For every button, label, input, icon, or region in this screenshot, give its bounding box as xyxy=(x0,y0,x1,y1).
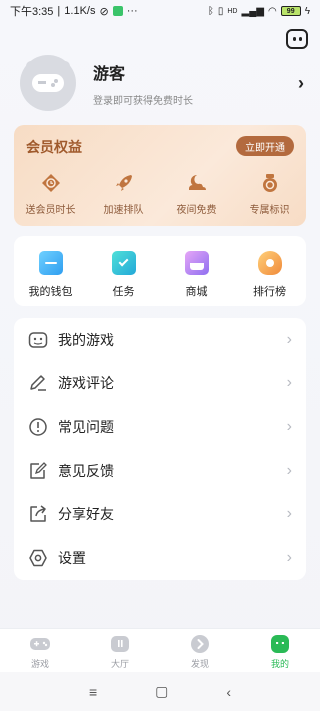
rocket-icon xyxy=(112,171,136,195)
menu-item-faq[interactable]: 常见问题 › xyxy=(14,405,306,449)
quick-item-leaderboard[interactable]: 排行榜 xyxy=(233,236,306,306)
quick-item-tasks[interactable]: 任务 xyxy=(87,236,160,306)
back-chevron-icon[interactable]: ‹ xyxy=(226,684,231,700)
home-square-icon[interactable]: ▢ xyxy=(155,683,168,700)
status-divider: | xyxy=(57,5,61,17)
menu-list: 我的游戏 › 游戏评论 › 常见问题 › 意见反馈 › 分享好友 › 设置 › xyxy=(14,318,306,580)
exclamation-icon xyxy=(28,417,48,437)
avatar-ear xyxy=(60,61,70,71)
chevron-right-icon: › xyxy=(286,374,292,392)
menu-item-label: 意见反馈 xyxy=(58,462,114,479)
clock-tag-icon xyxy=(39,171,63,195)
vibrate-icon: ▯ xyxy=(217,5,224,17)
menu-item-label: 常见问题 xyxy=(58,418,114,435)
vip-benefits-card: 会员权益 立即开通 送会员时长 加速排队 夜间免费 专属标识 xyxy=(14,125,306,226)
badge-icon xyxy=(258,171,282,195)
tab-label: 我的 xyxy=(270,659,289,669)
vip-item-label: 夜间免费 xyxy=(176,205,217,216)
tab-games[interactable]: 游戏 xyxy=(0,629,80,672)
profile-name: 游客 xyxy=(93,65,126,83)
vip-item-queue-boost[interactable]: 加速排队 xyxy=(87,171,160,216)
status-time: 下午3:35 xyxy=(10,6,54,18)
pencil-icon xyxy=(28,373,48,393)
quick-item-label: 商城 xyxy=(185,286,208,298)
avatar-ear xyxy=(26,61,36,71)
menu-item-settings[interactable]: 设置 › xyxy=(14,536,306,580)
battery-level: 99 xyxy=(286,7,295,15)
quick-item-label: 我的钱包 xyxy=(28,286,73,298)
store-icon xyxy=(184,251,209,275)
chevron-right-icon: › xyxy=(286,330,292,348)
chevron-right-icon[interactable]: › xyxy=(298,73,304,94)
avatar-gamepad-icon xyxy=(32,74,64,92)
quick-item-label: 排行榜 xyxy=(253,286,286,298)
battery-icon: 99 xyxy=(280,6,301,16)
quick-item-wallet[interactable]: 我的钱包 xyxy=(14,236,87,306)
profile-header[interactable]: 游客 登录即可获得免费时长 › xyxy=(20,55,310,111)
vip-open-button[interactable]: 立即开通 xyxy=(236,136,294,156)
quick-item-store[interactable]: 商城 xyxy=(160,236,233,306)
dnd-icon: ⊘ xyxy=(99,5,109,18)
wifi-icon: ◠ xyxy=(267,5,277,17)
avatar[interactable] xyxy=(20,55,76,111)
me-icon xyxy=(269,634,291,654)
tab-label: 发现 xyxy=(190,659,209,669)
chevron-right-icon: › xyxy=(286,505,292,523)
signal-label: HD xyxy=(227,7,238,15)
menu-item-my-games[interactable]: 我的游戏 › xyxy=(14,318,306,362)
tab-discover[interactable]: 发现 xyxy=(160,629,240,672)
bluetooth-icon: ᛒ xyxy=(207,5,214,17)
trophy-icon xyxy=(257,251,282,275)
feedback-icon xyxy=(28,461,48,481)
tab-label: 大厅 xyxy=(110,659,129,669)
tab-label: 游戏 xyxy=(30,659,49,669)
vip-item-label: 加速排队 xyxy=(103,205,144,216)
menu-item-game-reviews[interactable]: 游戏评论 › xyxy=(14,362,306,406)
controller-icon xyxy=(29,634,51,654)
menu-item-feedback[interactable]: 意见反馈 › xyxy=(14,449,306,493)
share-icon xyxy=(28,504,48,524)
status-speed: 1.1K/s xyxy=(64,5,96,17)
vip-item-exclusive-badge[interactable]: 专属标识 xyxy=(233,171,306,216)
charging-icon: ϟ xyxy=(304,5,310,17)
tab-hall[interactable]: 大厅 xyxy=(80,629,160,672)
menu-lines-icon[interactable]: ≡ xyxy=(89,684,97,700)
discover-icon xyxy=(189,634,211,654)
vip-item-bonus-time[interactable]: 送会员时长 xyxy=(14,171,87,216)
status-bar: 下午3:35 | 1.1K/s ⊘ ··· ᛒ ▯ HD ▂▄▆ ◠ 99 ϟ xyxy=(0,0,320,22)
message-button[interactable] xyxy=(286,29,308,49)
bottom-tab-bar: 游戏 大厅 发现 我的 xyxy=(0,628,320,672)
quick-item-label: 任务 xyxy=(112,286,135,298)
chevron-right-icon: › xyxy=(286,417,292,435)
vip-item-label: 送会员时长 xyxy=(25,205,76,216)
menu-item-label: 分享好友 xyxy=(58,506,114,523)
app-notification-icon xyxy=(112,6,123,16)
gamepad-icon xyxy=(28,330,48,350)
message-icon-eye xyxy=(292,37,296,41)
vip-title: 会员权益 xyxy=(26,139,82,155)
message-icon-eye xyxy=(298,37,302,41)
signal-icon: ▂▄▆ xyxy=(241,5,264,17)
system-navigation-bar: ≡ ▢ ‹ xyxy=(0,672,320,711)
profile-subtitle: 登录即可获得免费时长 xyxy=(93,95,193,107)
task-icon xyxy=(111,251,136,275)
hall-icon xyxy=(109,634,131,654)
menu-item-label: 游戏评论 xyxy=(58,375,114,392)
more-dots-icon: ··· xyxy=(126,5,138,17)
menu-item-share[interactable]: 分享好友 › xyxy=(14,492,306,536)
gear-icon xyxy=(28,548,48,568)
moon-cloud-icon xyxy=(185,171,209,195)
chevron-right-icon: › xyxy=(286,461,292,479)
vip-item-label: 专属标识 xyxy=(249,205,290,216)
chevron-right-icon: › xyxy=(286,548,292,566)
wallet-icon xyxy=(38,251,63,275)
menu-item-label: 设置 xyxy=(58,549,86,566)
menu-item-label: 我的游戏 xyxy=(58,331,114,348)
vip-item-night-free[interactable]: 夜间免费 xyxy=(160,171,233,216)
tab-me[interactable]: 我的 xyxy=(240,629,320,672)
quick-access-card: 我的钱包 任务 商城 排行榜 xyxy=(14,236,306,306)
